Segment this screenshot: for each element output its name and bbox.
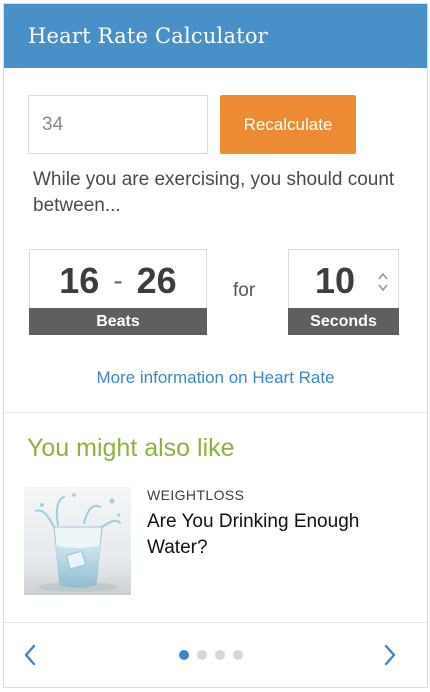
related-heading: You might also like: [27, 434, 235, 462]
related-section: You might also like WEIGHTLOSS Are You D…: [4, 413, 427, 623]
stepper-arrows-icon[interactable]: [377, 270, 389, 294]
header-bar: Heart Rate Calculator: [4, 4, 427, 68]
chevron-right-icon[interactable]: [382, 643, 398, 667]
pager-dot-1[interactable]: [179, 650, 189, 660]
pager-dot-4[interactable]: [233, 650, 243, 660]
recalculate-button[interactable]: Recalculate: [220, 95, 356, 154]
more-info-link[interactable]: More information on Heart Rate: [4, 368, 427, 388]
carousel-pager: [4, 623, 427, 687]
pager-dot-2[interactable]: [197, 650, 207, 660]
seconds-label: Seconds: [288, 308, 399, 335]
beats-high-value: 26: [136, 260, 177, 301]
beats-low-value: 16: [59, 260, 100, 301]
chevron-left-icon[interactable]: [22, 643, 38, 667]
seconds-box: 10 Seconds: [288, 249, 399, 335]
article-category: WEIGHTLOSS: [147, 487, 245, 503]
heart-rate-widget: Heart Rate Calculator Recalculate While …: [3, 3, 428, 688]
related-article-card[interactable]: WEIGHTLOSS Are You Drinking Enough Water…: [24, 487, 409, 597]
age-input[interactable]: [28, 95, 208, 154]
for-label: for: [233, 280, 256, 301]
calculator-section: Recalculate While you are exercising, yo…: [4, 68, 427, 413]
glass-of-water-image[interactable]: [24, 487, 131, 595]
beats-range-box: 16 - 26 Beats: [29, 249, 207, 335]
widget-title: Heart Rate Calculator: [28, 24, 268, 48]
beats-label: Beats: [29, 308, 207, 335]
pager-dots: [179, 650, 243, 660]
instruction-text: While you are exercising, you should cou…: [33, 169, 395, 216]
range-separator: -: [113, 265, 123, 296]
pager-dot-3[interactable]: [215, 650, 225, 660]
beats-range: 16 - 26: [30, 260, 206, 302]
article-title[interactable]: Are You Drinking Enough Water?: [147, 509, 402, 561]
seconds-value[interactable]: 10: [315, 260, 355, 302]
